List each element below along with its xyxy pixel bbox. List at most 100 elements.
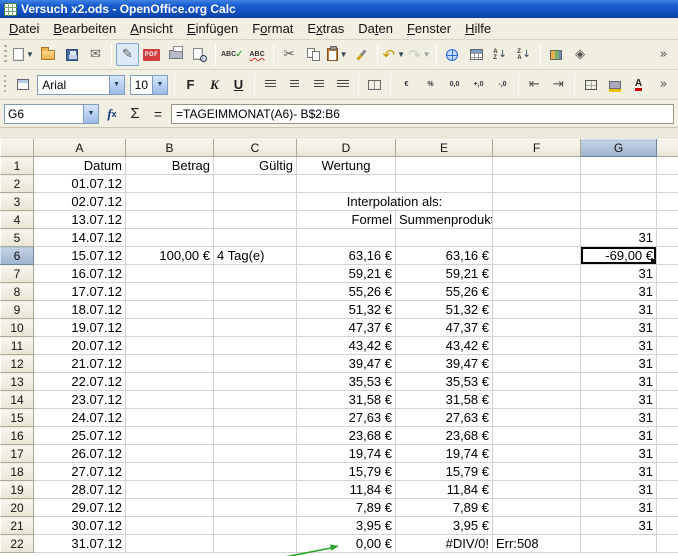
cell-D9[interactable]: 51,32 € (297, 301, 396, 319)
cell-E12[interactable]: 39,47 € (396, 355, 493, 373)
hyperlink-button[interactable] (441, 43, 464, 66)
cell-C7[interactable] (214, 265, 297, 283)
column-header-E[interactable]: E (396, 140, 493, 157)
cell-F19[interactable] (493, 481, 581, 499)
cell-E17[interactable]: 19,74 € (396, 445, 493, 463)
menu-datei[interactable]: Datei (2, 18, 46, 40)
cell-D22[interactable]: 0,00 € (297, 535, 396, 553)
increase-indent-button[interactable]: ⇥ (547, 73, 570, 96)
paste-button[interactable]: ▼ (326, 43, 349, 66)
row-header-15[interactable]: 15 (1, 409, 34, 427)
cell-B19[interactable] (126, 481, 214, 499)
cell-G22[interactable] (581, 535, 657, 553)
cell-B2[interactable] (126, 175, 214, 193)
row-header-19[interactable]: 19 (1, 481, 34, 499)
row-header-22[interactable]: 22 (1, 535, 34, 553)
dropdown-icon[interactable]: ▼ (109, 76, 124, 94)
format-paintbrush-button[interactable] (350, 43, 373, 66)
cell-G13[interactable]: 31 (581, 373, 657, 391)
cell-G21[interactable]: 31 (581, 517, 657, 535)
cell-F2[interactable] (493, 175, 581, 193)
row-header-5[interactable]: 5 (1, 229, 34, 247)
dropdown-caret-icon[interactable]: ▼ (397, 50, 405, 59)
menu-daten[interactable]: Daten (351, 18, 400, 40)
row-header-2[interactable]: 2 (1, 175, 34, 193)
spellcheck-button[interactable]: ABC✓ (220, 43, 245, 66)
delete-decimal-button[interactable]: -,0 (491, 73, 514, 96)
cell-F20[interactable] (493, 499, 581, 517)
cell-F10[interactable] (493, 319, 581, 337)
save-button[interactable] (60, 43, 83, 66)
menu-einfgen[interactable]: Einfügen (180, 18, 245, 40)
dropdown-caret-icon[interactable]: ▼ (423, 50, 431, 59)
cell-A15[interactable]: 24.07.12 (34, 409, 126, 427)
cell-D7[interactable]: 59,21 € (297, 265, 396, 283)
cell-H12[interactable] (657, 355, 678, 373)
cell-H1[interactable] (657, 157, 678, 175)
cell-B5[interactable] (126, 229, 214, 247)
align-left-button[interactable] (259, 73, 282, 96)
toolbar-drag-handle[interactable] (4, 45, 7, 65)
dropdown-icon[interactable]: ▼ (152, 76, 167, 94)
cell-A21[interactable]: 30.07.12 (34, 517, 126, 535)
cell-F4[interactable] (493, 211, 581, 229)
cell-C10[interactable] (214, 319, 297, 337)
name-box[interactable]: ▼ (4, 104, 99, 124)
underline-button[interactable]: U (227, 73, 250, 96)
cell-B21[interactable] (126, 517, 214, 535)
email-button[interactable]: ✉ (84, 43, 107, 66)
cell-B1[interactable]: Betrag (126, 157, 214, 175)
row-header-21[interactable]: 21 (1, 517, 34, 535)
cell-G17[interactable]: 31 (581, 445, 657, 463)
cell-H7[interactable] (657, 265, 678, 283)
format-currency-button[interactable]: € (395, 73, 418, 96)
font-size-combo[interactable]: 10▼ (130, 75, 168, 95)
cell-D20[interactable]: 7,89 € (297, 499, 396, 517)
cell-D18[interactable]: 15,79 € (297, 463, 396, 481)
cell-E2[interactable] (396, 175, 493, 193)
row-header-20[interactable]: 20 (1, 499, 34, 517)
gallery-button[interactable] (545, 43, 568, 66)
background-color-button[interactable] (603, 73, 626, 96)
row-header-18[interactable]: 18 (1, 463, 34, 481)
column-header-D[interactable]: D (297, 140, 396, 157)
cell-H10[interactable] (657, 319, 678, 337)
align-justify-button[interactable] (331, 73, 354, 96)
print-button[interactable] (164, 43, 187, 66)
cell-G7[interactable]: 31 (581, 265, 657, 283)
cell-F7[interactable] (493, 265, 581, 283)
copy-button[interactable] (302, 43, 325, 66)
row-header-7[interactable]: 7 (1, 265, 34, 283)
borders-button[interactable] (579, 73, 602, 96)
auto-spellcheck-button[interactable]: ABC (246, 43, 269, 66)
font-name-combo[interactable]: Arial▼ (37, 75, 124, 95)
cell-C12[interactable] (214, 355, 297, 373)
cell-A12[interactable]: 21.07.12 (34, 355, 126, 373)
cell-A10[interactable]: 19.07.12 (34, 319, 126, 337)
cell-D2[interactable] (297, 175, 396, 193)
function-wizard-button[interactable]: fx (102, 104, 122, 124)
column-header-G[interactable]: G (581, 140, 657, 157)
cell-reference-input[interactable] (5, 105, 83, 123)
cell-F15[interactable] (493, 409, 581, 427)
cell-B12[interactable] (126, 355, 214, 373)
toolbar-options-button[interactable]: » (652, 43, 675, 66)
column-header-C[interactable]: C (214, 140, 297, 157)
insert-table-button[interactable] (465, 43, 488, 66)
cell-A7[interactable]: 16.07.12 (34, 265, 126, 283)
cell-H21[interactable] (657, 517, 678, 535)
cell-H6[interactable] (657, 247, 678, 265)
cell-H11[interactable] (657, 337, 678, 355)
format-standard-button[interactable]: 0,0 (443, 73, 466, 96)
cell-H13[interactable] (657, 373, 678, 391)
cell-B11[interactable] (126, 337, 214, 355)
cell-F17[interactable] (493, 445, 581, 463)
cell-F21[interactable] (493, 517, 581, 535)
cell-C8[interactable] (214, 283, 297, 301)
merge-cells-button[interactable] (363, 73, 386, 96)
cell-E21[interactable]: 3,95 € (396, 517, 493, 535)
cell-G20[interactable]: 31 (581, 499, 657, 517)
cell-D13[interactable]: 35,53 € (297, 373, 396, 391)
cell-C14[interactable] (214, 391, 297, 409)
cell-F22[interactable]: Err:508 (493, 535, 581, 553)
